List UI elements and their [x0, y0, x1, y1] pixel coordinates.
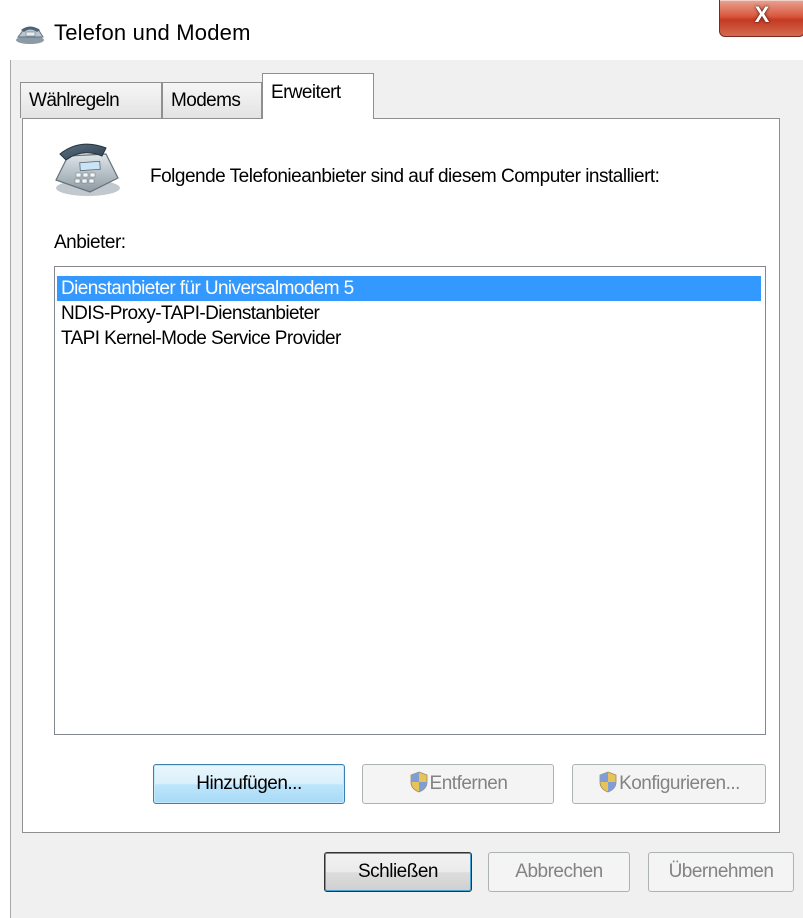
apply-button-label: Übernehmen [668, 861, 774, 882]
providers-listbox[interactable]: Dienstanbieter für Universalmodem 5 NDIS… [54, 266, 766, 735]
intro-text: Folgende Telefonieanbieter sind auf dies… [150, 166, 660, 187]
dialog-window: Telefon und Modem X Wählregeln Modems Er… [0, 0, 803, 918]
configure-button[interactable]: Konfigurieren... [572, 764, 766, 804]
remove-button[interactable]: Entfernen [362, 764, 554, 804]
add-button-label: Hinzufügen... [196, 773, 302, 794]
window-title: Telefon und Modem [54, 20, 251, 45]
remove-button-label: Entfernen [429, 773, 508, 794]
providers-label: Anbieter: [54, 232, 126, 253]
telephone-icon [55, 143, 120, 196]
close-button[interactable]: Schließen [324, 852, 472, 892]
uac-shield-icon [410, 771, 427, 793]
list-item[interactable]: Dienstanbieter für Universalmodem 5 [57, 276, 761, 301]
tab-waehlregeln[interactable]: Wählregeln [20, 82, 162, 118]
telephone-modem-icon [16, 26, 44, 44]
title-bar[interactable]: Telefon und Modem X [0, 0, 803, 60]
tab-modems[interactable]: Modems [162, 82, 262, 118]
close-icon: X [754, 2, 770, 27]
configure-button-label: Konfigurieren... [619, 773, 740, 794]
list-item[interactable]: NDIS-Proxy-TAPI-Dienstanbieter [57, 301, 320, 326]
cancel-button[interactable]: Abbrechen [488, 852, 630, 892]
list-item[interactable]: TAPI Kernel-Mode Service Provider [57, 326, 341, 351]
add-button[interactable]: Hinzufügen... [153, 764, 345, 804]
close-button-label: Schließen [358, 861, 439, 882]
close-window-button[interactable]: X [719, 0, 803, 37]
cancel-button-label: Abbrechen [515, 861, 603, 882]
apply-button[interactable]: Übernehmen [648, 852, 794, 892]
tab-erweitert[interactable]: Erweitert [262, 73, 374, 119]
uac-shield-icon [599, 771, 617, 793]
